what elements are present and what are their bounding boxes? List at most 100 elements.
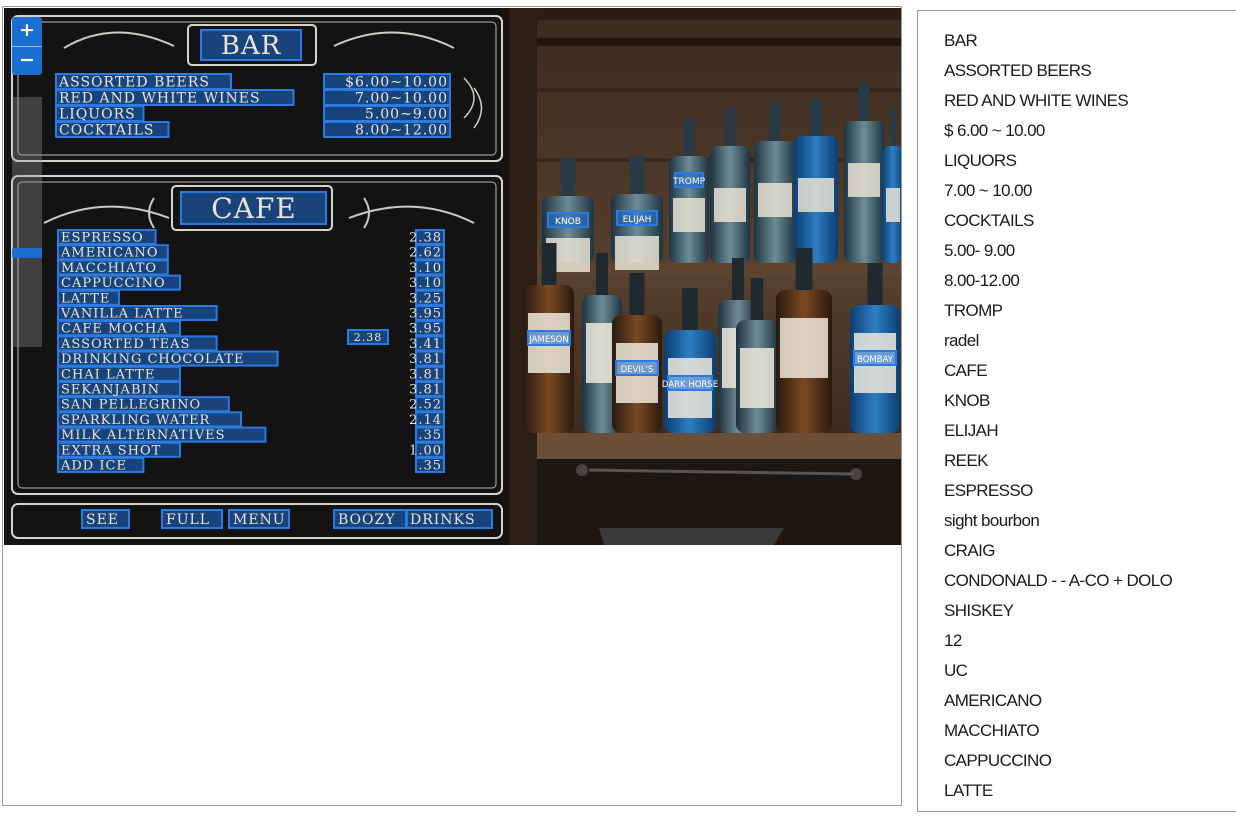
footer-word: BOOZY bbox=[338, 512, 395, 528]
cafe-item-name: ESPRESSO bbox=[61, 231, 144, 246]
cafe-item-name: EXTRA SHOT bbox=[61, 443, 161, 458]
bar-item-price: 5.00~9.00 bbox=[365, 107, 448, 123]
cafe-item-price: 2.62 bbox=[409, 246, 442, 261]
cafe-item-price: 3.81 bbox=[409, 367, 442, 382]
cafe-item-name: DRINKING CHOCOLATE bbox=[61, 352, 244, 367]
recognized-text-item[interactable]: LIQUORS bbox=[918, 148, 1236, 178]
bottle-neck bbox=[541, 243, 557, 288]
cafe-item-price: 3.41 bbox=[409, 337, 442, 352]
cafe-item-price: .35 bbox=[418, 428, 442, 443]
recognized-text-item[interactable]: REEK bbox=[918, 448, 1236, 478]
recognized-text-item[interactable]: 5.00- 9.00 bbox=[918, 238, 1236, 268]
cafe-item-name: MILK ALTERNATIVES bbox=[61, 428, 225, 443]
footer-word: MENU bbox=[233, 512, 286, 528]
recognized-text-item[interactable]: RED AND WHITE WINES bbox=[918, 88, 1236, 118]
recognized-text-item[interactable]: 12 bbox=[918, 628, 1236, 658]
cafe-item-name: MACCHIATO bbox=[61, 261, 157, 276]
bottle-neck bbox=[732, 258, 744, 303]
footer-word: SEE bbox=[86, 512, 119, 528]
bottle-neck bbox=[683, 118, 695, 158]
bar-title: BAR bbox=[221, 31, 282, 61]
cafe-item-price: 3.95 bbox=[409, 307, 442, 322]
cafe-item-price: 3.10 bbox=[409, 276, 442, 291]
bar-item-price: $6.00~10.00 bbox=[345, 75, 448, 91]
bottle-label-text: ELIJAH bbox=[623, 215, 652, 225]
cafe-item-name: CHAI LATTE bbox=[61, 367, 155, 382]
bottle-neck bbox=[867, 263, 883, 308]
bottle-label-text: DEVIL'S bbox=[621, 365, 654, 375]
bottle-label bbox=[780, 318, 828, 378]
cafe-item-price: .35 bbox=[418, 459, 442, 474]
bar-item-name: COCKTAILS bbox=[59, 123, 154, 139]
bar-item-price: 7.00~10.00 bbox=[355, 91, 448, 107]
recognized-text-item[interactable]: AMERICANO bbox=[918, 688, 1236, 718]
bottle-neck bbox=[629, 156, 645, 196]
zoom-out-button[interactable]: − bbox=[12, 46, 42, 75]
bottle-neck bbox=[889, 108, 897, 148]
zoom-in-button[interactable]: + bbox=[12, 17, 42, 46]
cafe-item-price: 3.81 bbox=[409, 383, 442, 398]
cafe-item-name: VANILLA LATTE bbox=[60, 307, 184, 322]
bar-item-price: 8.00~12.00 bbox=[355, 123, 448, 139]
bottle-label-text: DARK HORSE bbox=[662, 380, 718, 390]
bottle-neck bbox=[795, 248, 813, 293]
recognized-text-item[interactable]: CAFE bbox=[918, 358, 1236, 388]
menu-photo[interactable]: BAR ASSORTED BEERS $6.00~10.00 RED AND WHI… bbox=[4, 8, 901, 545]
recognized-text-item[interactable]: KNOB bbox=[918, 388, 1236, 418]
cafe-item-price: 3.95 bbox=[409, 322, 442, 337]
bar-item-name: ASSORTED BEERS bbox=[58, 75, 210, 91]
recognized-text-item[interactable]: CRAIG bbox=[918, 538, 1236, 568]
bottle-neck bbox=[682, 288, 698, 333]
recognized-text-item[interactable]: MACCHIATO bbox=[918, 718, 1236, 748]
cafe-item-price: 1.00 bbox=[409, 443, 442, 458]
recognized-text-item[interactable]: 7.00 ~ 10.00 bbox=[918, 178, 1236, 208]
bottle-label-text: JAMESON bbox=[528, 335, 568, 345]
zoom-slider[interactable] bbox=[12, 97, 42, 347]
cafe-item-price: 3.10 bbox=[409, 261, 442, 276]
recognized-text-item[interactable]: 8.00-12.00 bbox=[918, 268, 1236, 298]
cafe-item-name: ASSORTED TEAS bbox=[60, 337, 190, 352]
bottle-label bbox=[714, 188, 746, 222]
recognized-text-item[interactable]: ESPRESSO bbox=[918, 478, 1236, 508]
cafe-item-price: 2.52 bbox=[409, 398, 442, 413]
image-viewer[interactable]: + − BAR ASSORTED BEERS $6.00~10.00 RED A… bbox=[2, 6, 902, 806]
cafe-item-price: 3.81 bbox=[409, 352, 442, 367]
recognized-text-panel[interactable]: BAR ASSORTED BEERS RED AND WHITE WINES $ 6.… bbox=[917, 10, 1236, 812]
recognized-text-item[interactable]: SHISKEY bbox=[918, 598, 1236, 628]
lower-shelf bbox=[509, 433, 901, 459]
bottle-label-text: KNOB bbox=[555, 217, 581, 227]
cafe-item-name: LATTE bbox=[61, 291, 110, 306]
recognized-text-item[interactable]: LATTE bbox=[918, 778, 1236, 808]
recognized-text-item[interactable]: BAR bbox=[918, 28, 1236, 58]
cafe-item-name: AMERICANO bbox=[60, 246, 158, 261]
recognized-text-item[interactable]: UC bbox=[918, 658, 1236, 688]
bottle-neck bbox=[724, 108, 736, 148]
bottle-label bbox=[740, 348, 774, 408]
cafe-item-name: CAPPUCCINO bbox=[61, 276, 166, 291]
bottle-neck bbox=[560, 158, 576, 198]
recognized-text-item[interactable]: CAPPUCCINO bbox=[918, 748, 1236, 778]
recognized-text-list: BAR ASSORTED BEERS RED AND WHITE WINES $ 6.… bbox=[918, 11, 1236, 808]
footer-word: FULL bbox=[166, 512, 210, 528]
bottle-neck bbox=[858, 83, 870, 123]
bar-item-name: RED AND WHITE WINES bbox=[59, 91, 261, 107]
cafe-item-name: SAN PELLEGRINO bbox=[61, 398, 201, 413]
teas-tag: 2.38 bbox=[354, 331, 383, 344]
bottle-label-text: BOMBAY bbox=[857, 355, 894, 365]
bottle-label bbox=[798, 178, 834, 212]
recognized-text-item[interactable]: CONDONALD - - A-CO + DOLO bbox=[918, 568, 1236, 598]
cafe-title: CAFE bbox=[211, 192, 297, 225]
recognized-text-item[interactable]: sight bourbon bbox=[918, 508, 1236, 538]
bar-item-name: LIQUORS bbox=[59, 107, 136, 123]
recognized-text-item[interactable]: TROMP bbox=[918, 298, 1236, 328]
cafe-item-price: 3.25 bbox=[409, 291, 442, 306]
bottle-label-text: TROMP bbox=[672, 177, 706, 187]
cafe-item-price: 2.38 bbox=[409, 231, 442, 246]
recognized-text-item[interactable]: ASSORTED BEERS bbox=[918, 58, 1236, 88]
recognized-text-item[interactable]: radel bbox=[918, 328, 1236, 358]
recognized-text-item[interactable]: COCKTAILS bbox=[918, 208, 1236, 238]
bottle-label bbox=[673, 198, 705, 232]
zoom-slider-thumb[interactable] bbox=[12, 247, 42, 258]
recognized-text-item[interactable]: $ 6.00 ~ 10.00 bbox=[918, 118, 1236, 148]
recognized-text-item[interactable]: ELIJAH bbox=[918, 418, 1236, 448]
